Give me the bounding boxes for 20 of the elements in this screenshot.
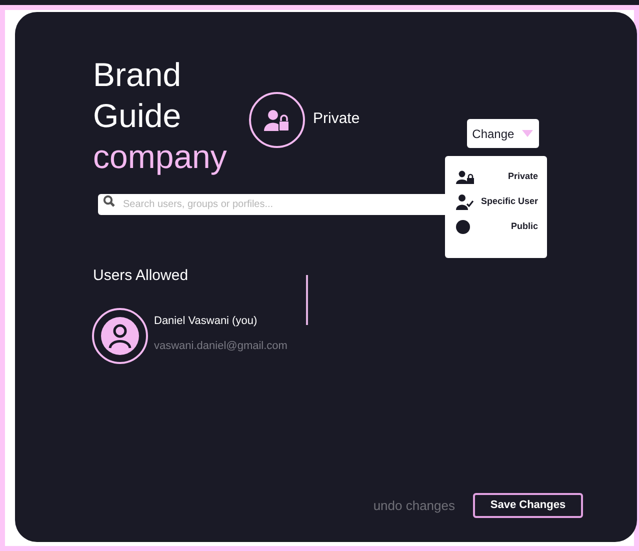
menu-item[interactable]: Private [456,169,538,185]
user-lock-icon [456,170,474,184]
caret-icon [522,130,534,137]
company-text: company [93,137,228,177]
search-icon [103,195,115,207]
user-check-icon [456,194,474,210]
user-email: vaswani.daniel@gmail.com [154,338,288,354]
user-lock-icon [264,108,290,130]
title-text: Brand [93,55,182,95]
undo-button[interactable]: undo changes [373,496,455,516]
change-button[interactable]: Change [466,119,539,148]
visibility-label: Private [313,109,360,130]
user-name: Daniel Vaswani (you) [154,314,258,329]
users-heading: Users Allowed [93,266,190,286]
menu-item[interactable]: Public [456,219,538,235]
save-button[interactable]: Save Changes [473,493,583,518]
user-icon [101,316,139,354]
search-field[interactable]: Search users, groups or porfiles... [98,194,448,215]
title-text: Guide [93,96,182,136]
menu-item[interactable]: Specific User [456,194,538,210]
